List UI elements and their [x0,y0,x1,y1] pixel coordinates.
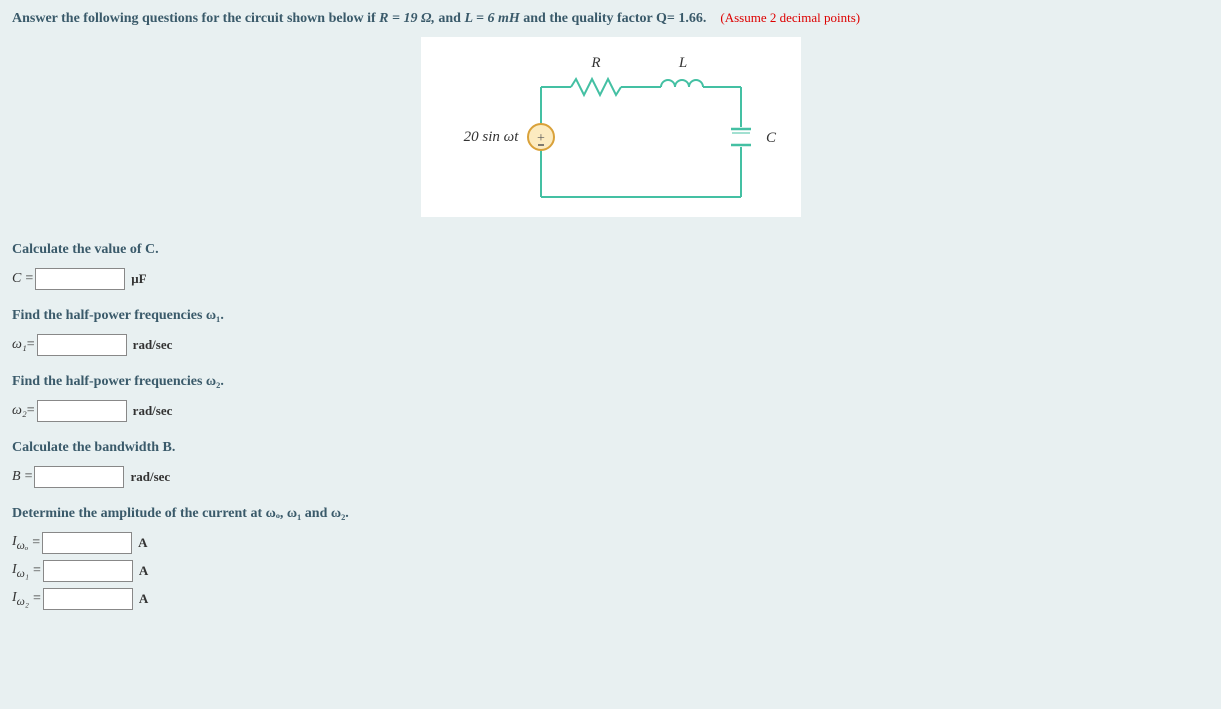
B-var-label: B [12,469,21,485]
w1-unit: rad/sec [133,337,173,353]
section-B: Calculate the bandwidth B. B= rad/sec [12,440,1209,488]
section-calc-c: Calculate the value of C. C= μF [12,242,1209,290]
question-suffix: and the quality factor Q= 1.66. [523,11,706,26]
C-eq: = [25,271,33,287]
Iw2-eq: = [33,591,41,607]
w2-input[interactable] [37,400,127,422]
question-header: Answer the following questions for the c… [12,10,1209,27]
w1-eq: = [27,337,35,353]
Iwo-unit: A [138,535,147,551]
B-eq: = [25,469,33,485]
B-input[interactable] [34,466,124,488]
C-var-label: C [12,271,21,287]
Iw1-var-label: Iω₁ [12,562,29,580]
question-R: R = 19 Ω, [379,11,435,26]
Iw1-eq: = [33,563,41,579]
Iwo-var-label: Iωₒ [12,534,28,552]
C-input[interactable] [35,268,125,290]
Iwo-input[interactable] [42,532,132,554]
Iw2-input[interactable] [43,588,133,610]
section-title-w2: Find the half-power frequencies ω₂. [12,374,1209,390]
Iw2-unit: A [139,591,148,607]
R-label: R [590,55,600,71]
C-label: C [766,130,777,146]
w1-input[interactable] [37,334,127,356]
section-w2: Find the half-power frequencies ω₂. ω₂ =… [12,374,1209,422]
svg-text:+: + [537,131,545,146]
question-and: and [438,11,464,26]
source-label: 20 sin ωt [463,129,519,145]
question-prefix: Answer the following questions for the c… [12,11,379,26]
Iw2-var-label: Iω₂ [12,590,29,608]
section-title-c: Calculate the value of C. [12,242,1209,258]
B-unit: rad/sec [130,469,170,485]
section-current: Determine the amplitude of the current a… [12,506,1209,610]
w2-eq: = [27,403,35,419]
section-w1: Find the half-power frequencies ω₁. ω₁ =… [12,308,1209,356]
circuit-svg: + 20 sin ωt R L C [421,37,801,217]
question-assume: (Assume 2 decimal points) [720,10,860,25]
L-label: L [677,55,686,71]
Iwo-eq: = [32,535,40,551]
w1-var-label: ω₁ [12,337,27,353]
section-title-w1: Find the half-power frequencies ω₁. [12,308,1209,324]
Iw1-unit: A [139,563,148,579]
w2-unit: rad/sec [133,403,173,419]
Iw1-input[interactable] [43,560,133,582]
section-title-current: Determine the amplitude of the current a… [12,506,1209,522]
section-title-B: Calculate the bandwidth B. [12,440,1209,456]
C-unit: μF [131,271,146,287]
circuit-diagram: + 20 sin ωt R L C [12,37,1209,222]
question-L: L = 6 mH [464,11,519,26]
w2-var-label: ω₂ [12,403,27,419]
